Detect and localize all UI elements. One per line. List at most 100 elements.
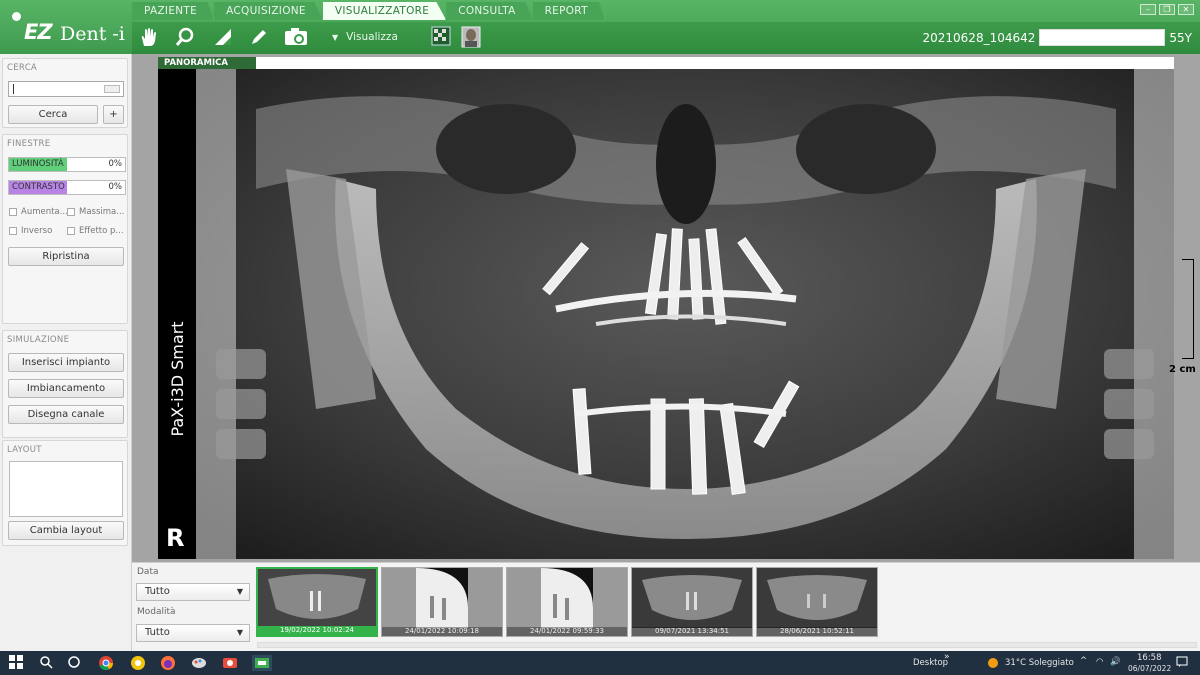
layout-section-title: LAYOUT — [7, 445, 42, 455]
image-filmstrip: Data Tutto ▼ Modalità Tutto ▼ 19/02/2022… — [132, 562, 1200, 651]
desktop-label[interactable]: Desktop — [913, 658, 948, 668]
thumbnail-5-caption: 28/06/2021 10:52:11 — [757, 627, 877, 636]
clock-date[interactable]: 06/07/2022 — [1128, 664, 1171, 673]
magnifier-icon[interactable] — [172, 26, 198, 50]
ezdent-taskbar-icon[interactable] — [252, 655, 272, 671]
patient-info: 20210628_104642 55Y — [923, 29, 1192, 46]
contrast-slider[interactable]: CONTRASTO 0% — [8, 180, 126, 195]
thumbnail-5-image — [757, 568, 877, 628]
hand-icon[interactable] — [136, 26, 162, 50]
notifications-icon[interactable] — [1176, 656, 1188, 671]
windows-section: FINESTRE LUMINOSITÀ 0% CONTRASTO 0% Aume… — [2, 134, 128, 324]
weather-text[interactable]: 31°C Soleggiato — [1005, 658, 1074, 668]
device-label: PaX-i3D Smart — [167, 321, 187, 437]
checkbox-aumenta-label: Aumenta... — [21, 207, 68, 217]
visualizza-dropdown[interactable]: ▼ Visualizza — [332, 31, 398, 43]
whitening-button[interactable]: Imbiancamento — [8, 379, 124, 398]
keyboard-icon[interactable] — [104, 85, 120, 93]
tab-paziente[interactable]: PAZIENTE — [132, 2, 215, 20]
brightness-slider[interactable]: LUMINOSITÀ 0% — [8, 157, 126, 172]
thumbnail-3-image — [507, 568, 627, 628]
thumbnail-3-caption: 24/01/2022 09:59:33 — [507, 627, 627, 636]
thumbnail-1[interactable]: 19/02/2022 10:02:24 — [256, 567, 378, 637]
scale-label: 2 cm — [1169, 364, 1196, 375]
checkbox-box[interactable] — [9, 208, 17, 216]
windows-start-icon[interactable] — [8, 655, 24, 671]
tab-consulta[interactable]: CONSULTA — [446, 2, 533, 20]
logo-dent: Dent -i — [60, 23, 125, 45]
layout-preview[interactable] — [9, 461, 123, 517]
add-search-button[interactable]: + — [103, 105, 124, 124]
tab-acquisizione[interactable]: ACQUISIZIONE — [214, 2, 323, 20]
chrome-icon[interactable] — [98, 655, 114, 671]
paint-icon[interactable] — [191, 655, 207, 671]
volume-icon[interactable]: 🔊 — [1110, 657, 1121, 667]
tab-report[interactable]: REPORT — [532, 2, 605, 20]
contrast-value: 0% — [108, 182, 123, 192]
weather-sun-icon[interactable] — [986, 656, 1000, 670]
thumbnail-2-image — [382, 568, 502, 628]
checkbox-inverso-label: Inverso — [21, 226, 53, 236]
chevron-icon[interactable]: » — [944, 652, 950, 662]
modality-filter-value: Tutto — [145, 627, 170, 638]
left-panel: CERCA Cerca + FINESTRE LUMINOSITÀ 0% CON… — [0, 54, 132, 651]
chevron-down-icon: ▼ — [236, 587, 243, 596]
date-filter-label: Data — [137, 567, 159, 577]
camera-capture-icon[interactable] — [282, 26, 312, 50]
brightness-value: 0% — [108, 159, 123, 169]
chevron-down-icon: ▼ — [236, 628, 243, 637]
recorder-icon[interactable] — [222, 655, 238, 671]
checkbox-effetto[interactable]: Effetto p... — [67, 226, 124, 236]
modality-filter-dropdown[interactable]: Tutto ▼ — [136, 624, 250, 642]
thumbnail-5[interactable]: 28/06/2021 10:52:11 — [756, 567, 878, 637]
view-mode-tag: PANORAMICA — [158, 57, 256, 69]
date-filter-value: Tutto — [145, 586, 170, 597]
checkbox-inverso[interactable]: Inverso — [9, 226, 52, 236]
patient-name-redacted — [1039, 29, 1166, 46]
checkbox-box[interactable] — [9, 227, 17, 235]
main-tabs: PAZIENTE ACQUISIZIONE VISUALIZZATORE CON… — [132, 2, 605, 20]
pencil-icon[interactable] — [246, 26, 272, 50]
patient-face-icon[interactable] — [458, 26, 484, 50]
thumbnail-3[interactable]: 24/01/2022 09:59:33 — [506, 567, 628, 637]
image-viewer[interactable]: PANORAMICA PaX-i3D Smart R 2 cm — [132, 54, 1200, 562]
checkbox-box[interactable] — [67, 208, 75, 216]
thumbnail-4[interactable]: 09/07/2021 13:34:51 — [631, 567, 753, 637]
windows-section-title: FINESTRE — [7, 139, 51, 149]
app-logo: EZ Dent -i — [8, 10, 128, 46]
tab-visualizzatore[interactable]: VISUALIZZATORE — [322, 2, 447, 20]
app-yellow-icon[interactable] — [130, 655, 146, 671]
change-layout-button[interactable]: Cambia layout — [8, 521, 124, 540]
checkbox-massima[interactable]: Massima... — [67, 207, 124, 217]
search-button[interactable]: Cerca — [8, 105, 98, 124]
network-icon[interactable]: ◠ — [1096, 657, 1103, 667]
minimize-button[interactable]: – — [1140, 4, 1156, 15]
filmstrip-scrollbar[interactable] — [257, 642, 1197, 648]
draw-canal-button[interactable]: Disegna canale — [8, 405, 124, 424]
date-filter-dropdown[interactable]: Tutto ▼ — [136, 583, 250, 601]
logo-ez: EZ — [24, 20, 53, 44]
tray-up-icon[interactable]: ^ — [1080, 656, 1087, 666]
thumbnail-4-image — [632, 568, 752, 628]
close-button[interactable]: ✕ — [1178, 4, 1194, 15]
side-marker: R — [166, 524, 185, 552]
checkbox-box[interactable] — [67, 227, 75, 235]
clock-time[interactable]: 16:58 — [1137, 653, 1162, 663]
checkbox-aumenta[interactable]: Aumenta... — [9, 207, 68, 217]
reset-button[interactable]: Ripristina — [8, 247, 124, 266]
thumbnail-2[interactable]: 24/01/2022 10:09:18 — [381, 567, 503, 637]
search-input[interactable] — [8, 81, 124, 97]
search-section-title: CERCA — [7, 63, 38, 73]
firefox-icon[interactable] — [160, 655, 176, 671]
dropdown-caret-icon: ▼ — [332, 33, 339, 42]
ruler-angle-icon[interactable] — [210, 26, 236, 50]
thumbnail-2-caption: 24/01/2022 10:09:18 — [382, 627, 502, 636]
logo-dot-icon — [12, 12, 21, 21]
scale-ruler — [1182, 259, 1194, 359]
insert-implant-button[interactable]: Inserisci impianto — [8, 353, 124, 372]
panoramic-xray-image[interactable] — [196, 69, 1174, 559]
checker-icon[interactable] — [428, 26, 454, 50]
search-icon[interactable] — [38, 655, 54, 671]
task-view-icon[interactable] — [66, 655, 82, 671]
restore-button[interactable]: ❐ — [1159, 4, 1175, 15]
